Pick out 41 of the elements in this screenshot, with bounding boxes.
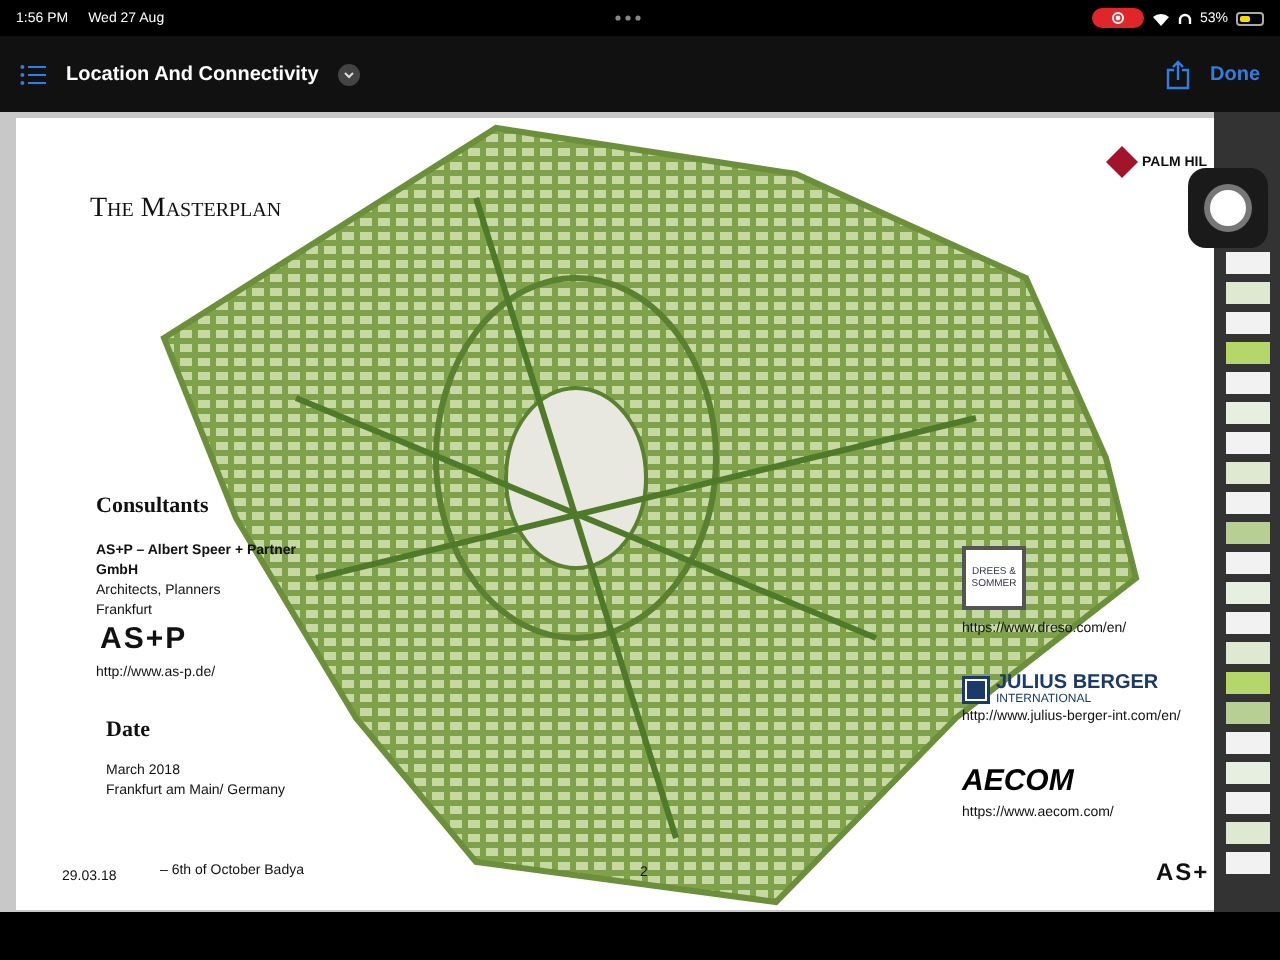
page-thumbnail[interactable] [1225, 732, 1269, 754]
page-thumbnail[interactable] [1225, 252, 1269, 274]
page-thumbnail[interactable] [1225, 642, 1269, 664]
page-thumbnail[interactable] [1225, 402, 1269, 424]
page-thumbnail[interactable] [1225, 372, 1269, 394]
page-thumbnail[interactable] [1225, 702, 1269, 724]
page-thumbnail[interactable] [1225, 672, 1269, 694]
page-thumbnail[interactable] [1225, 342, 1269, 364]
page-thumbnail[interactable] [1225, 522, 1269, 544]
page-thumbnail[interactable] [1225, 612, 1269, 634]
page-thumbnail[interactable] [1225, 762, 1269, 784]
document-title: Location And Connectivity [66, 63, 319, 85]
battery-icon [1236, 11, 1264, 25]
recording-indicator [1091, 8, 1144, 28]
letter-b-icon [962, 675, 990, 703]
list-icon[interactable] [20, 63, 46, 85]
page-thumbnail[interactable] [1225, 462, 1269, 484]
page-thumbnail[interactable] [1225, 432, 1269, 454]
page-thumbnail[interactable] [1225, 582, 1269, 604]
partner-logo: AECOM [962, 764, 1074, 798]
firm-logo: AS+P [100, 622, 188, 656]
page-thumbnail[interactable] [1225, 792, 1269, 814]
page-thumbnail[interactable] [1225, 822, 1269, 844]
page-thumbnail[interactable] [1225, 312, 1269, 334]
assistive-touch-button[interactable] [1188, 168, 1268, 248]
chevron-down-icon[interactable] [338, 63, 361, 85]
page-thumbnail[interactable] [1225, 552, 1269, 574]
consultants-heading: Consultants [96, 494, 209, 518]
wifi-icon [1151, 11, 1170, 25]
date-heading: Date [106, 718, 150, 742]
headphones-icon [1177, 11, 1192, 25]
done-button[interactable]: Done [1210, 63, 1260, 85]
footer-logo: AS+ [1156, 858, 1210, 886]
share-icon[interactable] [1166, 59, 1190, 89]
page-thumbnail[interactable] [1225, 852, 1269, 874]
slide-title: The Masterplan [90, 194, 282, 226]
ring-icon [1202, 182, 1254, 234]
page-thumbnail[interactable] [1225, 282, 1269, 304]
more-dots-icon[interactable] [614, 14, 643, 22]
diamond-logo-icon [1106, 146, 1138, 178]
page-thumbnail[interactable] [1225, 492, 1269, 514]
